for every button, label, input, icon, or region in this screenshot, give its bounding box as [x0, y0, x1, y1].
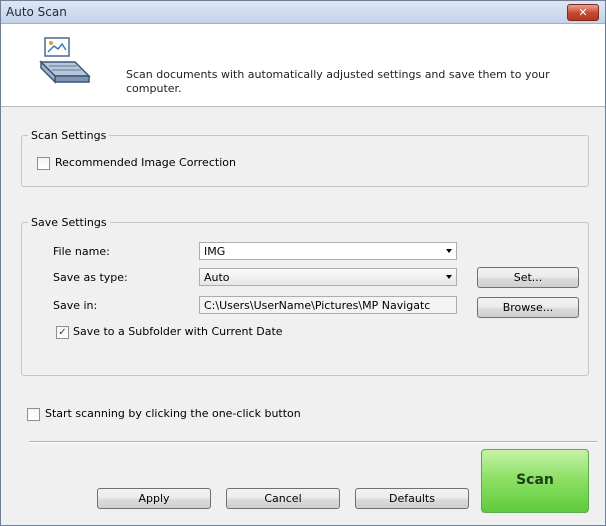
- cancel-button[interactable]: Cancel: [226, 488, 340, 509]
- chevron-down-icon[interactable]: [446, 249, 452, 253]
- defaults-button[interactable]: Defaults: [355, 488, 469, 509]
- scan-settings-legend: Scan Settings: [31, 129, 107, 142]
- save-settings-legend: Save Settings: [31, 216, 107, 229]
- save-as-type-value: Auto: [204, 271, 230, 284]
- auto-scan-dialog: Auto Scan ✕ Scan documents with automati…: [0, 0, 606, 526]
- subfolder-checkbox[interactable]: ✓: [56, 326, 69, 339]
- close-icon: ✕: [578, 6, 588, 19]
- file-name-label: File name:: [53, 245, 110, 258]
- subfolder-label[interactable]: Save to a Subfolder with Current Date: [73, 325, 283, 338]
- checkmark-icon: ✓: [58, 327, 67, 338]
- scan-button[interactable]: Scan: [481, 449, 589, 513]
- file-name-value: IMG: [204, 245, 226, 258]
- window-title: Auto Scan: [6, 5, 67, 19]
- browse-button[interactable]: Browse...: [477, 297, 579, 318]
- set-button[interactable]: Set...: [477, 267, 579, 288]
- save-in-path: C:\Users\UserName\Pictures\MP Navigatc: [204, 299, 431, 312]
- title-bar[interactable]: Auto Scan ✕: [1, 1, 605, 24]
- one-click-checkbox[interactable]: [27, 408, 40, 421]
- recommended-image-correction-checkbox[interactable]: [37, 157, 50, 170]
- save-in-field[interactable]: C:\Users\UserName\Pictures\MP Navigatc: [199, 296, 457, 314]
- dialog-description: Scan documents with automatically adjust…: [126, 68, 550, 95]
- save-as-type-label: Save as type:: [53, 271, 128, 284]
- one-click-label[interactable]: Start scanning by clicking the one-click…: [45, 407, 301, 420]
- close-button[interactable]: ✕: [567, 4, 599, 21]
- dialog-header: Scan documents with automatically adjust…: [1, 24, 605, 107]
- scanner-document-icon: [39, 37, 91, 84]
- separator: [29, 441, 597, 443]
- recommended-image-correction-label[interactable]: Recommended Image Correction: [55, 156, 236, 169]
- save-in-label: Save in:: [53, 299, 98, 312]
- save-as-type-select[interactable]: Auto: [199, 268, 457, 286]
- file-name-combo[interactable]: IMG: [199, 242, 457, 260]
- chevron-down-icon[interactable]: [446, 275, 452, 279]
- apply-button[interactable]: Apply: [97, 488, 211, 509]
